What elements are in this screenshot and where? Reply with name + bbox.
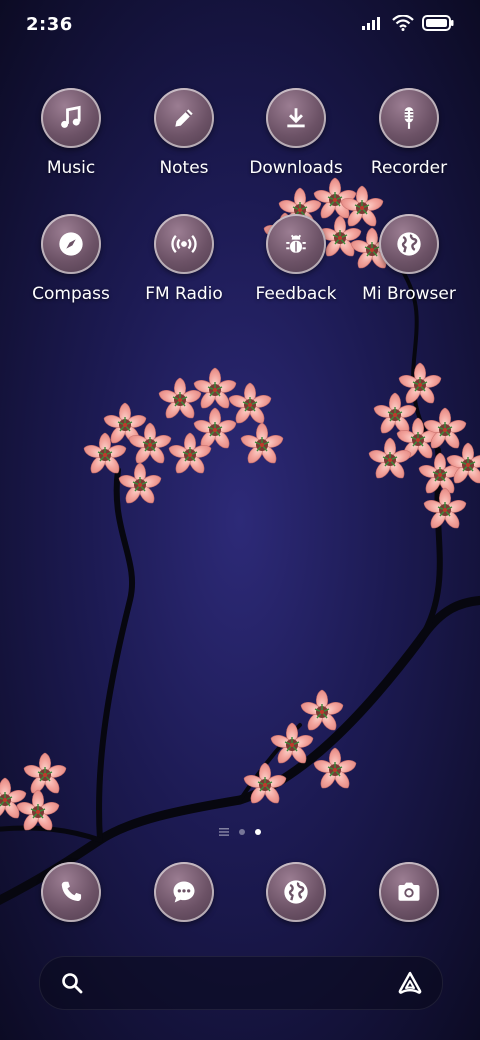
dock-browser[interactable]	[240, 862, 352, 922]
camera-app-icon[interactable]	[379, 862, 439, 922]
globe-icon	[284, 880, 308, 904]
feedback-app-icon[interactable]	[266, 214, 326, 274]
search-icon[interactable]	[60, 971, 84, 995]
dock-messages[interactable]	[128, 862, 240, 922]
radio-broadcast-icon	[171, 235, 197, 253]
bug-icon	[286, 234, 306, 253]
notes-app-icon[interactable]	[154, 88, 214, 148]
microphone-icon	[404, 107, 414, 129]
recorder-app-icon[interactable]	[379, 88, 439, 148]
app-label: FM Radio	[145, 284, 223, 304]
app-notes[interactable]: Notes	[128, 88, 240, 178]
music-note-icon	[61, 105, 81, 128]
app-label: Notes	[159, 158, 209, 178]
wifi-icon	[392, 15, 414, 31]
app-downloads[interactable]: Downloads	[240, 88, 352, 178]
messages-app-icon[interactable]	[154, 862, 214, 922]
downloads-app-icon[interactable]	[266, 88, 326, 148]
music-app-icon[interactable]	[41, 88, 101, 148]
app-label: Music	[46, 158, 96, 178]
compass-icon	[59, 232, 83, 256]
phone-app-icon[interactable]	[41, 862, 101, 922]
page-indicator[interactable]	[0, 828, 480, 836]
message-icon	[173, 881, 195, 903]
page-dot	[239, 829, 245, 835]
app-list-icon	[219, 828, 229, 836]
status-bar: 2:36	[0, 0, 480, 50]
battery-icon	[422, 15, 454, 31]
dock-camera[interactable]	[353, 862, 465, 922]
globe-icon	[397, 232, 421, 256]
app-label: Recorder	[370, 158, 448, 178]
app-music[interactable]: Music	[15, 88, 127, 178]
pencil-icon	[175, 109, 193, 127]
search-bar[interactable]	[39, 956, 443, 1010]
app-label: Downloads	[249, 158, 343, 178]
app-compass[interactable]: Compass	[15, 214, 127, 304]
status-time: 2:36	[26, 14, 73, 35]
status-icons	[362, 15, 454, 31]
app-fm-radio[interactable]: FM Radio	[128, 214, 240, 304]
dock-phone[interactable]	[15, 862, 127, 922]
mi-browser-app-icon[interactable]	[379, 214, 439, 274]
app-recorder[interactable]: Recorder	[353, 88, 465, 178]
app-label: Compass	[32, 284, 110, 304]
download-icon	[287, 108, 305, 128]
app-label: Mi Browser	[362, 284, 456, 304]
phone-icon	[61, 881, 82, 902]
browser-app-icon[interactable]	[266, 862, 326, 922]
fm-radio-app-icon[interactable]	[154, 214, 214, 274]
assistant-icon[interactable]	[396, 970, 424, 996]
app-label: Feedback	[255, 284, 337, 304]
signal-icon	[362, 17, 380, 30]
dock	[0, 862, 480, 926]
compass-app-icon[interactable]	[41, 214, 101, 274]
app-feedback[interactable]: Feedback	[240, 214, 352, 304]
app-mi-browser[interactable]: Mi Browser	[353, 214, 465, 304]
page-dot-active	[255, 829, 261, 835]
camera-icon	[398, 882, 420, 901]
